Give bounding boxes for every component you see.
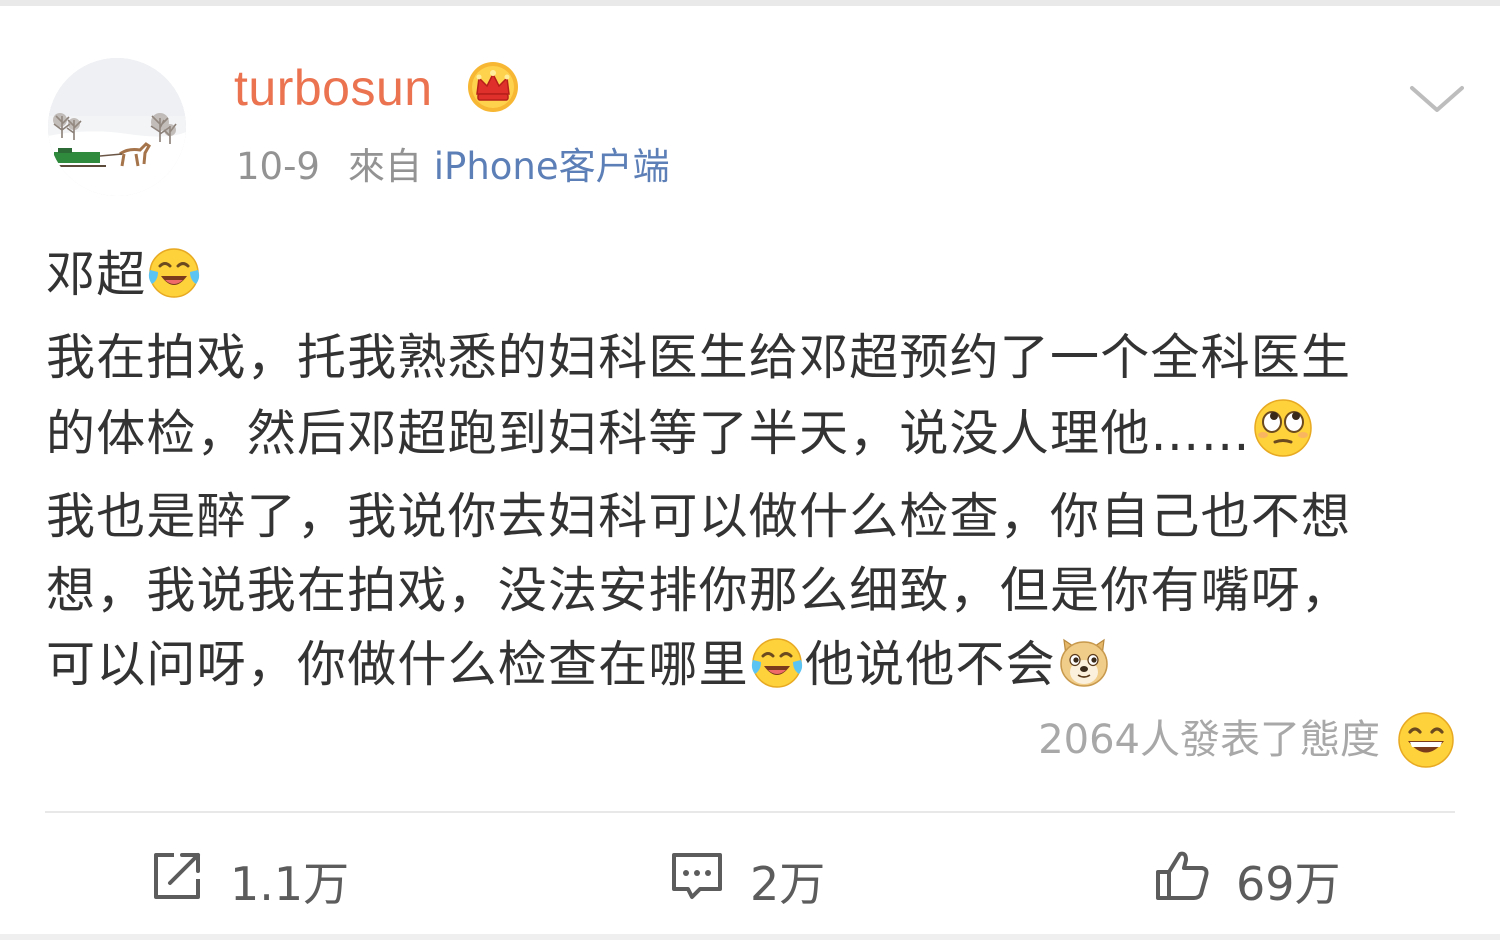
- content-line: 的体检，然后邓超跑到妇科等了半天，说没人理他……: [46, 395, 1466, 480]
- post-source-link[interactable]: iPhone客户端: [434, 145, 670, 188]
- crown-icon: [466, 60, 520, 114]
- comment-count: 2万: [750, 857, 826, 911]
- bottom-separator: [0, 934, 1500, 940]
- content-line: 想，我说我在拍戏，没法安排你那么细致，但是你有嘴呀，: [46, 562, 1352, 619]
- laugh-cry-emoji: [749, 634, 805, 711]
- thumbs-up-icon: [1152, 846, 1212, 917]
- content-text: 可以问呀，你做什么检查在哪里: [46, 636, 749, 693]
- repost-count: 1.1万: [230, 857, 350, 911]
- username[interactable]: turbosun: [234, 58, 433, 118]
- content-text: 的体检，然后邓超跑到妇科等了半天，说没人理他……: [46, 405, 1251, 462]
- reactions-summary[interactable]: 2064人發表了態度: [1038, 710, 1380, 770]
- grin-emoji[interactable]: [1396, 710, 1456, 770]
- comment-button[interactable]: 2万: [668, 846, 825, 916]
- like-button[interactable]: 69万: [1152, 846, 1341, 916]
- content-line: 邓超: [46, 238, 1466, 321]
- content-line: 我在拍戏，托我熟悉的妇科医生给邓超预约了一个全科医生: [46, 329, 1352, 386]
- via-label: 來自: [347, 145, 422, 188]
- eye-roll-emoji: [1251, 395, 1315, 480]
- like-count: 69万: [1236, 857, 1341, 911]
- chevron-down-icon[interactable]: [1404, 76, 1470, 120]
- weibo-post-card: turbosun 10-9 來自 iPhone客户端 邓超 我在拍戏，托我熟悉的…: [0, 6, 1500, 934]
- post-date: 10-9: [236, 145, 320, 188]
- mention-dengchao: 邓超: [46, 246, 147, 303]
- repost-button[interactable]: 1.1万: [148, 846, 349, 916]
- comment-icon: [668, 847, 726, 916]
- laugh-cry-emoji: [146, 244, 202, 321]
- content-text: 他说他不会: [804, 636, 1056, 693]
- content-line: 可以问呀，你做什么检查在哪里 他说他不会: [46, 628, 1466, 711]
- repost-icon: [148, 847, 206, 916]
- post-content: 邓超 我在拍戏，托我熟悉的妇科医生给邓超预约了一个全科医生 的体检，然后邓超跑到…: [46, 238, 1466, 711]
- divider: [45, 811, 1455, 813]
- doge-emoji: [1056, 634, 1112, 711]
- avatar[interactable]: [48, 58, 186, 196]
- post-meta: 10-9 來自 iPhone客户端: [236, 142, 670, 192]
- content-line: 我也是醉了，我说你去妇科可以做什么检查，你自己也不想: [46, 488, 1352, 545]
